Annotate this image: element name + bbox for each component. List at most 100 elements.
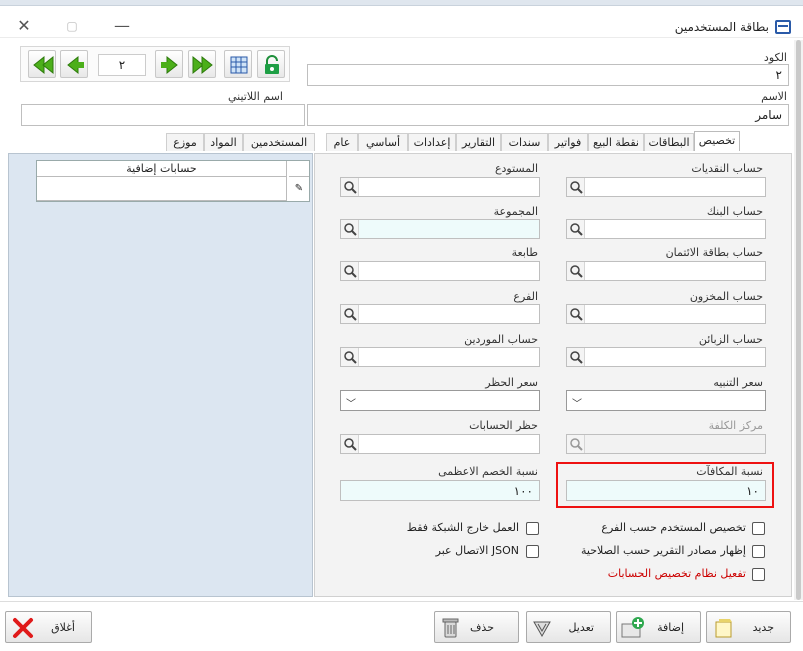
grid-corner	[289, 161, 309, 177]
max-discount-input[interactable]: ١٠٠	[340, 480, 540, 501]
search-icon	[567, 435, 585, 453]
window-card-icon	[775, 20, 791, 34]
minimize-button[interactable]: —	[112, 16, 132, 36]
restore-button[interactable]: ▢	[62, 16, 82, 36]
bonus-ratio-input[interactable]: ١٠	[566, 480, 766, 501]
warehouse-field[interactable]	[340, 177, 540, 197]
grid-view-button[interactable]	[224, 50, 252, 78]
first-record-button[interactable]	[28, 50, 56, 78]
printer-label: طابعة	[511, 246, 538, 259]
record-number-field[interactable]: ٢	[98, 54, 146, 76]
account-assign-label: تفعيل نظام تخصيص الحسابات	[607, 567, 746, 580]
branch-label: الفرع	[513, 290, 538, 303]
next-record-button[interactable]	[155, 50, 183, 78]
delete-button[interactable]: حذف	[434, 611, 519, 643]
tab-customization[interactable]: تخصيص	[694, 131, 740, 151]
tab-settings[interactable]: إعدادات	[408, 133, 456, 151]
search-icon[interactable]	[567, 262, 585, 280]
customers-account-field[interactable]	[566, 347, 766, 367]
close-button[interactable]: أغلاق	[5, 611, 92, 643]
stock-account-field[interactable]	[566, 304, 766, 324]
tab-users[interactable]: المستخدمين	[243, 133, 315, 151]
additional-accounts-panel	[8, 153, 313, 597]
customers-account-label: حساب الزبائن	[698, 333, 763, 346]
report-sources-label: إظهار مصادر التقرير حسب الصلاحية	[581, 544, 746, 557]
close-button-label: أغلاق	[51, 621, 75, 634]
grid-header: حسابات إضافية	[37, 161, 287, 177]
chevron-down-icon: ﹀	[346, 399, 356, 410]
warehouse-label: المستودع	[494, 162, 538, 175]
last-record-button[interactable]	[188, 50, 216, 78]
add-button[interactable]: إضافة	[616, 611, 701, 643]
name-label: الاسم	[761, 90, 787, 103]
table-row[interactable]	[37, 177, 287, 201]
code-input[interactable]: ٢	[307, 64, 789, 86]
group-label: المجموعة	[493, 205, 538, 218]
double-arrow-left-icon	[33, 55, 54, 75]
search-icon[interactable]	[341, 348, 359, 366]
search-icon[interactable]	[567, 178, 585, 196]
lock-button[interactable]	[257, 50, 285, 78]
printer-field[interactable]	[340, 261, 540, 281]
row-edit-marker: ✎	[294, 183, 304, 194]
close-window-button[interactable]: ✕	[14, 16, 34, 36]
search-icon[interactable]	[341, 305, 359, 323]
suppliers-account-label: حساب الموردين	[464, 333, 538, 346]
bank-account-field[interactable]	[566, 219, 766, 239]
tab-general[interactable]: عام	[326, 133, 358, 151]
branch-assign-checkbox[interactable]	[752, 522, 765, 535]
lock-icon	[265, 55, 279, 74]
scrollbar-thumb[interactable]	[796, 40, 801, 600]
search-icon[interactable]	[341, 178, 359, 196]
arrow-left-icon	[67, 55, 84, 75]
json-connect-label: الاتصال عبر JSON	[435, 544, 519, 557]
cash-account-field[interactable]	[566, 177, 766, 197]
additional-accounts-grid[interactable]: حسابات إضافية ✎	[36, 160, 310, 202]
credit-card-account-label: حساب بطاقة الائتمان	[665, 246, 763, 259]
account-assign-checkbox[interactable]	[752, 568, 765, 581]
previous-record-button[interactable]	[60, 50, 88, 78]
search-icon[interactable]	[341, 262, 359, 280]
name-input[interactable]: سامر	[307, 104, 789, 126]
json-connect-checkbox[interactable]	[526, 545, 539, 558]
search-icon[interactable]	[341, 220, 359, 238]
tab-basic[interactable]: أساسي	[358, 133, 408, 151]
block-accounts-label: حظر الحسابات	[469, 419, 538, 432]
block-price-select[interactable]: ﹀	[340, 390, 540, 411]
credit-card-account-field[interactable]	[566, 261, 766, 281]
tab-strip: تخصيص البطاقات نقطة البيع فواتير سندات ا…	[0, 131, 803, 151]
chevron-down-icon: ﹀	[572, 399, 582, 410]
alert-price-select[interactable]: ﹀	[566, 390, 766, 411]
search-icon[interactable]	[567, 348, 585, 366]
search-icon[interactable]	[567, 305, 585, 323]
offline-work-checkbox[interactable]	[526, 522, 539, 535]
tab-pos[interactable]: نقطة البيع	[588, 133, 644, 151]
search-icon[interactable]	[341, 435, 359, 453]
tab-reports[interactable]: التقارير	[456, 133, 501, 151]
latin-name-input[interactable]	[21, 104, 305, 126]
report-sources-checkbox[interactable]	[752, 545, 765, 558]
new-button-label: جديد	[752, 621, 774, 634]
new-button[interactable]: جديد	[706, 611, 791, 643]
double-arrow-right-icon	[192, 55, 213, 75]
alert-price-label: سعر التنبيه	[713, 376, 763, 389]
tab-materials[interactable]: المواد	[204, 133, 243, 151]
suppliers-account-field[interactable]	[340, 347, 540, 367]
tab-distributor[interactable]: موزع	[166, 133, 204, 151]
bonus-ratio-label: نسبة المكافآت	[696, 465, 763, 478]
code-label: الكود	[763, 51, 787, 64]
branch-field[interactable]	[340, 304, 540, 324]
bank-account-label: حساب البنك	[706, 205, 763, 218]
search-icon[interactable]	[567, 220, 585, 238]
branch-assign-label: تخصيص المستخدم حسب الفرع	[601, 521, 746, 534]
add-button-label: إضافة	[657, 621, 684, 634]
group-field[interactable]	[340, 219, 540, 239]
block-accounts-field[interactable]	[340, 434, 540, 454]
tab-cards[interactable]: البطاقات	[644, 133, 694, 151]
offline-work-label: العمل خارج الشبكة فقط	[406, 521, 519, 534]
cost-center-field	[566, 434, 766, 454]
new-document-icon	[712, 616, 736, 643]
tab-invoices[interactable]: فواتير	[548, 133, 588, 151]
edit-button[interactable]: تعديل	[526, 611, 611, 643]
tab-vouchers[interactable]: سندات	[501, 133, 548, 151]
